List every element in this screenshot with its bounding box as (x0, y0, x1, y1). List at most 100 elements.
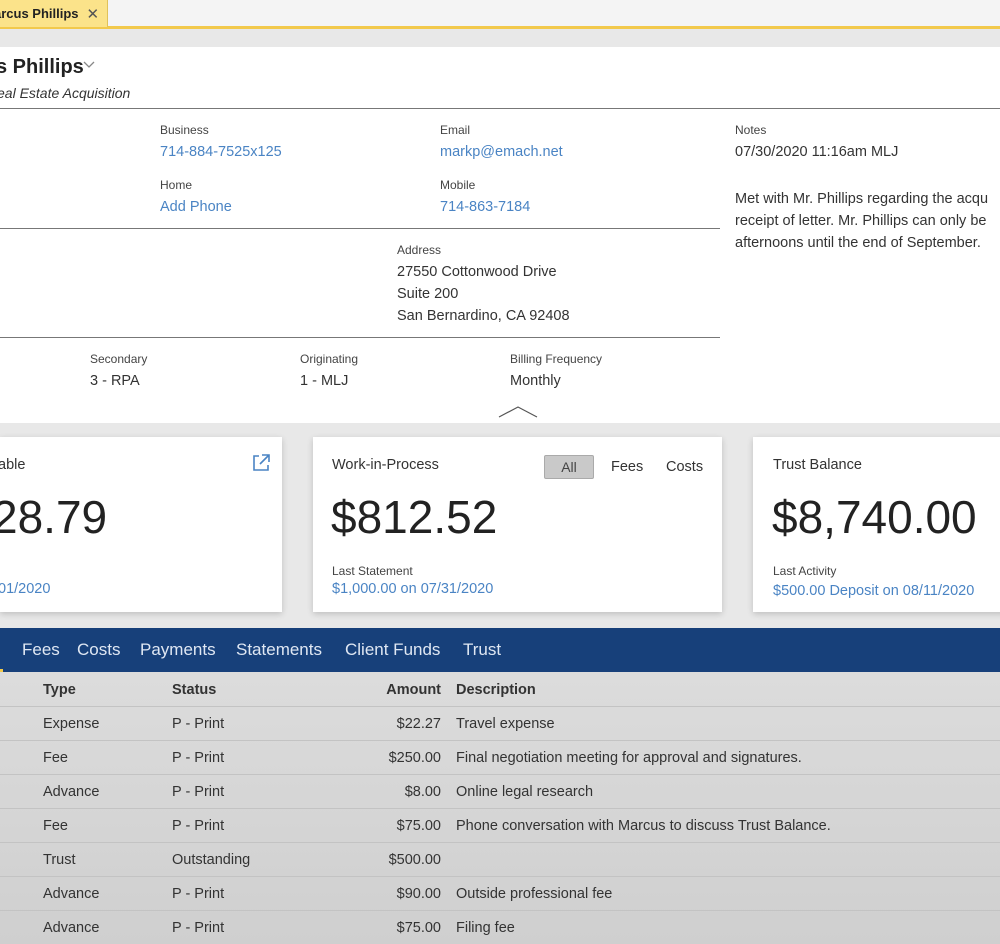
business-label: Business (160, 123, 209, 137)
cell-type: Fee (43, 818, 68, 834)
wip-card: Work-in-Process All Fees Costs $812.52 L… (313, 437, 722, 612)
cell-status: P - Print (172, 750, 225, 766)
cell-status: P - Print (172, 784, 225, 800)
cell-description: Outside professional fee (456, 886, 613, 902)
cell-description: Travel expense (456, 716, 555, 732)
tab-bar: arcus Phillips ✕ (0, 0, 1000, 29)
last-statement-label: Last Statement (332, 564, 413, 578)
notes-line: receipt of letter. Mr. Phillips can only… (735, 213, 987, 229)
cell-amount: $500.00 (388, 852, 441, 868)
address-line: Suite 200 (397, 286, 459, 302)
tab-costs[interactable]: Costs (77, 640, 120, 660)
cell-status: P - Print (172, 818, 225, 834)
chevron-up-icon[interactable] (498, 405, 538, 419)
divider (0, 108, 1000, 109)
secondary-label: Secondary (90, 352, 148, 366)
matter-description: eal Estate Acquisition (0, 85, 131, 101)
chevron-down-icon[interactable] (83, 61, 95, 69)
ledger-nav: Fees Costs Payments Statements Client Fu… (0, 628, 1000, 672)
tab-trust[interactable]: Trust (463, 640, 501, 660)
mobile-label: Mobile (440, 178, 476, 192)
tab-fees[interactable]: Fees (22, 640, 60, 660)
cell-type: Expense (43, 716, 100, 732)
cell-status: P - Print (172, 716, 225, 732)
secondary-value: 3 - RPA (90, 373, 140, 389)
tab-label: arcus Phillips (0, 6, 79, 21)
external-link-icon[interactable] (251, 453, 271, 473)
notes-line: afternoons until the end of September. (735, 235, 981, 251)
cell-type: Advance (43, 886, 100, 902)
cell-description: Phone conversation with Marcus to discus… (456, 818, 831, 834)
column-header-amount[interactable]: Amount (321, 682, 441, 698)
cell-amount: $75.00 (396, 818, 441, 834)
trust-card: Trust Balance $8,740.00 Last Activity $5… (753, 437, 1000, 612)
originating-value: 1 - MLJ (300, 373, 349, 389)
table-row[interactable]: Advance P - Print $75.00 Filing fee (0, 910, 1000, 944)
table-row[interactable]: Advance P - Print $8.00 Online legal res… (0, 774, 1000, 808)
card-title: Trust Balance (773, 457, 862, 473)
cell-amount: $8.00 (404, 784, 441, 800)
address-line: San Bernardino, CA 92408 (397, 308, 570, 324)
client-name[interactable]: s Phillips (0, 56, 84, 79)
tab-statements[interactable]: Statements (236, 640, 322, 660)
cell-type: Advance (43, 920, 100, 936)
cell-description: Filing fee (456, 920, 515, 936)
cell-amount: $90.00 (396, 886, 441, 902)
address-line: 27550 Cottonwood Drive (397, 264, 557, 280)
table-row[interactable]: Advance P - Print $90.00 Outside profess… (0, 876, 1000, 910)
home-label: Home (160, 178, 193, 192)
transactions-table: Type Status Amount Description Expense P… (0, 672, 1000, 944)
column-header-status[interactable]: Status (172, 682, 216, 698)
billing-frequency-label: Billing Frequency (510, 352, 603, 366)
card-title: able (0, 457, 26, 473)
business-phone-link[interactable]: 714-884-7525x125 (160, 144, 282, 160)
tab-payments[interactable]: Payments (140, 640, 216, 660)
cell-type: Fee (43, 750, 68, 766)
filter-costs-button[interactable]: Costs (666, 459, 703, 475)
table-row[interactable]: Fee P - Print $250.00 Final negotiation … (0, 740, 1000, 774)
mobile-phone-link[interactable]: 714-863-7184 (440, 199, 530, 215)
cell-amount: $22.27 (396, 716, 441, 732)
last-statement-link[interactable]: $1,000.00 on 07/31/2020 (332, 581, 493, 597)
notes-text: Met with Mr. Phillips regarding the acqu… (735, 188, 1000, 254)
tab-client-funds[interactable]: Client Funds (345, 640, 440, 660)
address-label: Address (397, 243, 442, 257)
divider (0, 337, 720, 338)
filter-all-button[interactable]: All (544, 455, 594, 479)
receivable-card: able 28.79 01/2020 (0, 437, 282, 612)
client-info-panel: s Phillips eal Estate Acquisition Busine… (0, 47, 1000, 423)
billing-frequency-value: Monthly (510, 373, 561, 389)
cell-status: P - Print (172, 920, 225, 936)
email-label: Email (440, 123, 471, 137)
cell-description: Online legal research (456, 784, 594, 800)
receivable-amount: 28.79 (0, 491, 108, 543)
notes-label: Notes (735, 123, 767, 137)
cell-type: Advance (43, 784, 100, 800)
trust-amount: $8,740.00 (772, 491, 977, 543)
email-link[interactable]: markp@emach.net (440, 144, 563, 160)
receivable-link[interactable]: 01/2020 (0, 581, 50, 597)
table-row[interactable]: Fee P - Print $75.00 Phone conversation … (0, 808, 1000, 842)
divider (0, 228, 720, 229)
add-phone-link[interactable]: Add Phone (160, 199, 232, 215)
notes-line: Met with Mr. Phillips regarding the acqu (735, 191, 989, 207)
cell-type: Trust (43, 852, 76, 868)
cell-status: Outstanding (172, 852, 251, 868)
tab-client[interactable]: arcus Phillips ✕ (0, 0, 108, 27)
cell-amount: $250.00 (388, 750, 441, 766)
cell-status: P - Print (172, 886, 225, 902)
last-activity-link[interactable]: $500.00 Deposit on 08/11/2020 (773, 583, 974, 599)
column-header-type[interactable]: Type (43, 682, 76, 698)
cell-amount: $75.00 (396, 920, 441, 936)
close-icon[interactable]: ✕ (87, 5, 100, 23)
wip-amount: $812.52 (331, 491, 498, 543)
column-header-description[interactable]: Description (456, 682, 536, 698)
last-activity-label: Last Activity (773, 564, 837, 578)
table-row[interactable]: Trust Outstanding $500.00 (0, 842, 1000, 876)
cell-description: Final negotiation meeting for approval a… (456, 750, 802, 766)
filter-fees-button[interactable]: Fees (611, 459, 643, 475)
originating-label: Originating (300, 352, 359, 366)
notes-timestamp: 07/30/2020 11:16am MLJ (735, 144, 899, 160)
card-title: Work-in-Process (332, 457, 439, 473)
table-row[interactable]: Expense P - Print $22.27 Travel expense (0, 706, 1000, 740)
